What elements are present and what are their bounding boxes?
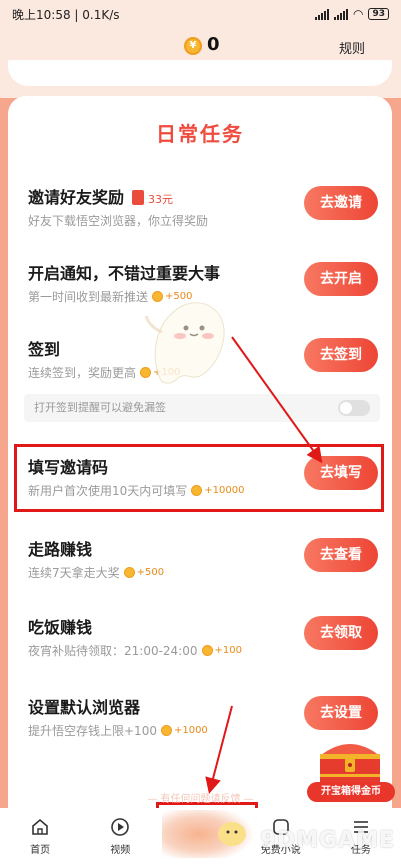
reward-badge: +500 <box>123 567 164 578</box>
task-invite-friends: 邀请好友奖励 33元 好友下载悟空浏览器，你立得奖励 去邀请 <box>8 172 392 252</box>
set-default-button[interactable]: 去设置 <box>304 696 378 730</box>
nav-video-label: 视频 <box>110 844 131 856</box>
sign-in-button[interactable]: 去签到 <box>304 338 378 372</box>
wifi-icon: ◠ <box>352 7 364 21</box>
top-card <box>8 60 392 86</box>
task-desc: 提升悟空存钱上限+100 +1000 <box>28 724 208 738</box>
signal-icon-2 <box>333 8 348 20</box>
invite-button[interactable]: 去邀请 <box>304 186 378 220</box>
coin-icon <box>160 725 172 736</box>
footer-hint: — 有任何问题请反馈 — <box>147 794 254 805</box>
task-meal-earn: 吃饭赚钱 夜宵补贴待领取：21:00-24:00 +100 去领取 <box>8 602 392 682</box>
watermark-logo: 9DMGAME <box>260 828 395 853</box>
task-desc: 夜宵补贴待领取：21:00-24:00 +100 <box>28 644 242 658</box>
coin-icon: ¥ <box>184 37 202 55</box>
highlight-box-invite-code <box>14 444 384 512</box>
status-bar: 晚上10:58 | 0.1K/s ◠ 93 <box>0 0 401 28</box>
task-title: 邀请好友奖励 33元 <box>28 188 174 207</box>
sign-reminder-text: 打开签到提醒可以避免漏签 <box>34 401 166 414</box>
claim-meal-button[interactable]: 去领取 <box>304 616 378 650</box>
view-walk-button[interactable]: 去查看 <box>304 538 378 572</box>
reward-badge: +100 <box>201 645 242 656</box>
status-icons: ◠ 93 <box>314 7 389 21</box>
nav-home[interactable]: 首页 <box>0 808 80 864</box>
rules-link[interactable]: 规则 <box>339 38 365 57</box>
card-title: 日常任务 <box>156 122 244 146</box>
coin-count: 0 <box>207 34 220 55</box>
sign-reminder-tip: 打开签到提醒可以避免漏签 <box>24 394 380 422</box>
coin-icon <box>201 645 213 656</box>
task-title: 签到 <box>28 340 61 359</box>
enable-notifications-button[interactable]: 去开启 <box>304 262 378 296</box>
nav-home-label: 首页 <box>30 844 51 856</box>
red-packet-icon <box>132 190 145 205</box>
battery-icon: 93 <box>368 8 389 20</box>
video-icon <box>111 817 130 836</box>
reward-badge: +1000 <box>160 725 208 736</box>
coin-icon <box>123 567 135 578</box>
home-icon <box>32 818 48 835</box>
signal-icon <box>314 8 329 20</box>
task-title: 吃饭赚钱 <box>28 618 93 637</box>
task-walk-earn: 走路赚钱 连续7天拿走大奖 +500 去查看 <box>8 524 392 604</box>
task-title: 走路赚钱 <box>28 540 93 559</box>
red-packet-amount: 33元 <box>148 193 174 206</box>
task-desc: 连续7天拿走大奖 +500 <box>28 566 165 580</box>
status-time: 晚上10:58 | 0.1K/s <box>12 7 120 22</box>
ghost-mascot-icon <box>144 302 225 384</box>
sign-reminder-toggle[interactable] <box>338 400 370 416</box>
task-title: 开启通知，不错过重要大事 <box>28 264 221 283</box>
task-desc: 好友下载悟空浏览器，你立得奖励 <box>28 214 209 228</box>
mascot-center-button[interactable] <box>158 804 258 860</box>
task-title: 设置默认浏览器 <box>28 698 141 717</box>
nav-video[interactable]: 视频 <box>80 808 160 864</box>
